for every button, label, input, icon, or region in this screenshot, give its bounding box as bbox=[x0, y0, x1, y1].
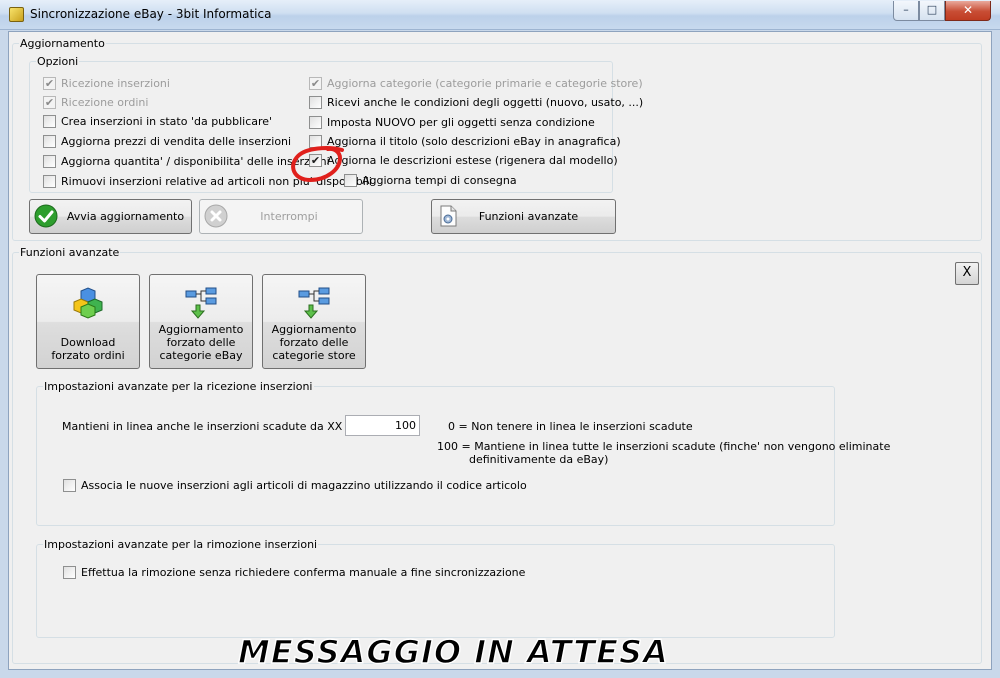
cb-associa-codice-articolo[interactable]: Associa le nuove inserzioni agli articol… bbox=[63, 477, 527, 493]
aggiornamento-categorie-store-button[interactable]: Aggiornamento forzato delle categorie st… bbox=[262, 274, 366, 369]
interrompi-label: Interrompi bbox=[260, 210, 318, 223]
minimize-button[interactable]: – bbox=[893, 1, 919, 21]
checkbox-label: Crea inserzioni in stato 'da pubblicare' bbox=[61, 114, 273, 128]
checkbox-box[interactable] bbox=[43, 154, 56, 168]
hint-zero: 0 = Non tenere in linea le inserzioni sc… bbox=[448, 420, 693, 433]
maximize-button[interactable]: □ bbox=[919, 1, 945, 21]
cb-aggiorna-categorie[interactable]: ✔ Aggiorna categorie (categorie primarie… bbox=[309, 75, 643, 91]
opzioni-legend: Opzioni bbox=[37, 55, 79, 68]
checkbox-label: Imposta NUOVO per gli oggetti senza cond… bbox=[327, 115, 595, 129]
interrompi-button[interactable]: Interrompi bbox=[199, 199, 363, 234]
aggiornamento-categorie-store-label: Aggiornamento forzato delle categorie st… bbox=[271, 323, 357, 362]
funzioni-avanzate-legend: Funzioni avanzate bbox=[20, 246, 120, 259]
checkbox-box[interactable] bbox=[309, 95, 322, 109]
keep-days-label: Mantieni in linea anche le inserzioni sc… bbox=[62, 420, 377, 433]
cb-aggiorna-prezzi[interactable]: Aggiorna prezzi di vendita delle inserzi… bbox=[43, 133, 291, 149]
aggiornamento-legend: Aggiornamento bbox=[20, 37, 105, 50]
checkbox-label: Aggiorna categorie (categorie primarie e… bbox=[327, 76, 643, 90]
stop-icon bbox=[204, 204, 228, 228]
funzioni-avanzate-button[interactable]: Funzioni avanzate bbox=[431, 199, 616, 234]
window-titlebar[interactable]: Sincronizzazione eBay - 3bit Informatica… bbox=[0, 0, 1000, 30]
checkbox-label: Aggiorna le descrizioni estese (rigenera… bbox=[327, 153, 618, 167]
window-title: Sincronizzazione eBay - 3bit Informatica bbox=[30, 7, 272, 21]
checkbox-label: Aggiorna tempi di consegna bbox=[362, 173, 517, 187]
checkbox-label: Ricevi anche le condizioni degli oggetti… bbox=[327, 95, 644, 109]
aggiornamento-categorie-ebay-button[interactable]: Aggiornamento forzato delle categorie eB… bbox=[149, 274, 253, 369]
checkbox-label: Effettua la rimozione senza richiedere c… bbox=[81, 565, 526, 579]
checkbox-box[interactable] bbox=[63, 478, 76, 492]
window-client-area: Aggiornamento Opzioni ✔ Ricezione inserz… bbox=[8, 31, 992, 670]
cb-ricezione-ordini[interactable]: ✔ Ricezione ordini bbox=[43, 94, 148, 110]
messaggio-in-attesa-watermark: MESSAGGIO IN ATTESA bbox=[237, 632, 669, 671]
cb-effettua-rimozione[interactable]: Effettua la rimozione senza richiedere c… bbox=[63, 564, 525, 580]
checkbox-label: Aggiorna prezzi di vendita delle inserzi… bbox=[61, 134, 292, 148]
hint-hundred: 100 = Mantiene in linea tutte le inserzi… bbox=[437, 440, 891, 453]
close-panel-button[interactable]: X bbox=[955, 262, 979, 285]
checkbox-box[interactable]: ✔ bbox=[43, 95, 56, 109]
checkbox-label: Aggiorna il titolo (solo descrizioni eBa… bbox=[327, 134, 621, 148]
avvia-aggiornamento-label: Avvia aggiornamento bbox=[66, 210, 185, 223]
checkbox-label: Associa le nuove inserzioni agli articol… bbox=[81, 478, 527, 492]
rimozione-settings-group: Impostazioni avanzate per la rimozione i… bbox=[36, 538, 835, 638]
cb-aggiorna-titolo[interactable]: Aggiorna il titolo (solo descrizioni eBa… bbox=[309, 133, 621, 149]
hint-hundred-cont: definitivamente da eBay) bbox=[469, 453, 609, 466]
cb-ricevi-condizioni[interactable]: Ricevi anche le condizioni degli oggetti… bbox=[309, 94, 643, 110]
keep-days-input[interactable] bbox=[345, 415, 420, 436]
checkbox-box[interactable] bbox=[43, 114, 56, 128]
checkbox-box[interactable] bbox=[63, 565, 76, 579]
checkbox-box[interactable] bbox=[43, 134, 56, 148]
checkbox-box[interactable] bbox=[309, 115, 322, 129]
rimozione-settings-legend: Impostazioni avanzate per la rimozione i… bbox=[44, 538, 318, 551]
red-circle-annotation bbox=[291, 146, 344, 183]
funzioni-avanzate-label: Funzioni avanzate bbox=[478, 210, 579, 223]
checkbox-label: Ricezione inserzioni bbox=[61, 76, 170, 90]
checkbox-box[interactable] bbox=[43, 174, 56, 188]
ricezione-settings-legend: Impostazioni avanzate per la ricezione i… bbox=[44, 380, 313, 393]
close-window-button[interactable]: ✕ bbox=[945, 1, 991, 21]
tree-download-icon bbox=[298, 287, 330, 319]
avvia-aggiornamento-button[interactable]: Avvia aggiornamento bbox=[29, 199, 192, 234]
app-icon bbox=[9, 7, 24, 22]
aggiornamento-categorie-ebay-label: Aggiornamento forzato delle categorie eB… bbox=[158, 323, 244, 362]
checkbox-label: Ricezione ordini bbox=[61, 95, 149, 109]
green-check-icon bbox=[34, 204, 58, 228]
document-gear-icon bbox=[440, 205, 457, 227]
tree-download-icon bbox=[185, 287, 217, 319]
cb-aggiorna-descrizioni[interactable]: ✔ Aggiorna le descrizioni estese (rigene… bbox=[309, 152, 618, 168]
checkbox-box[interactable]: ✔ bbox=[43, 76, 56, 90]
cubes-icon bbox=[73, 287, 103, 319]
download-forzato-ordini-button[interactable]: Download forzato ordini bbox=[36, 274, 140, 369]
cb-imposta-nuovo[interactable]: Imposta NUOVO per gli oggetti senza cond… bbox=[309, 114, 595, 130]
cb-ricezione-inserzioni[interactable]: ✔ Ricezione inserzioni bbox=[43, 75, 170, 91]
download-forzato-ordini-label: Download forzato ordini bbox=[51, 336, 125, 362]
cb-aggiorna-tempi-consegna[interactable]: Aggiorna tempi di consegna bbox=[344, 172, 517, 188]
cb-crea-inserzioni[interactable]: Crea inserzioni in stato 'da pubblicare' bbox=[43, 113, 272, 129]
checkbox-box[interactable]: ✔ bbox=[309, 76, 322, 90]
ricezione-settings-group: Impostazioni avanzate per la ricezione i… bbox=[36, 380, 835, 526]
